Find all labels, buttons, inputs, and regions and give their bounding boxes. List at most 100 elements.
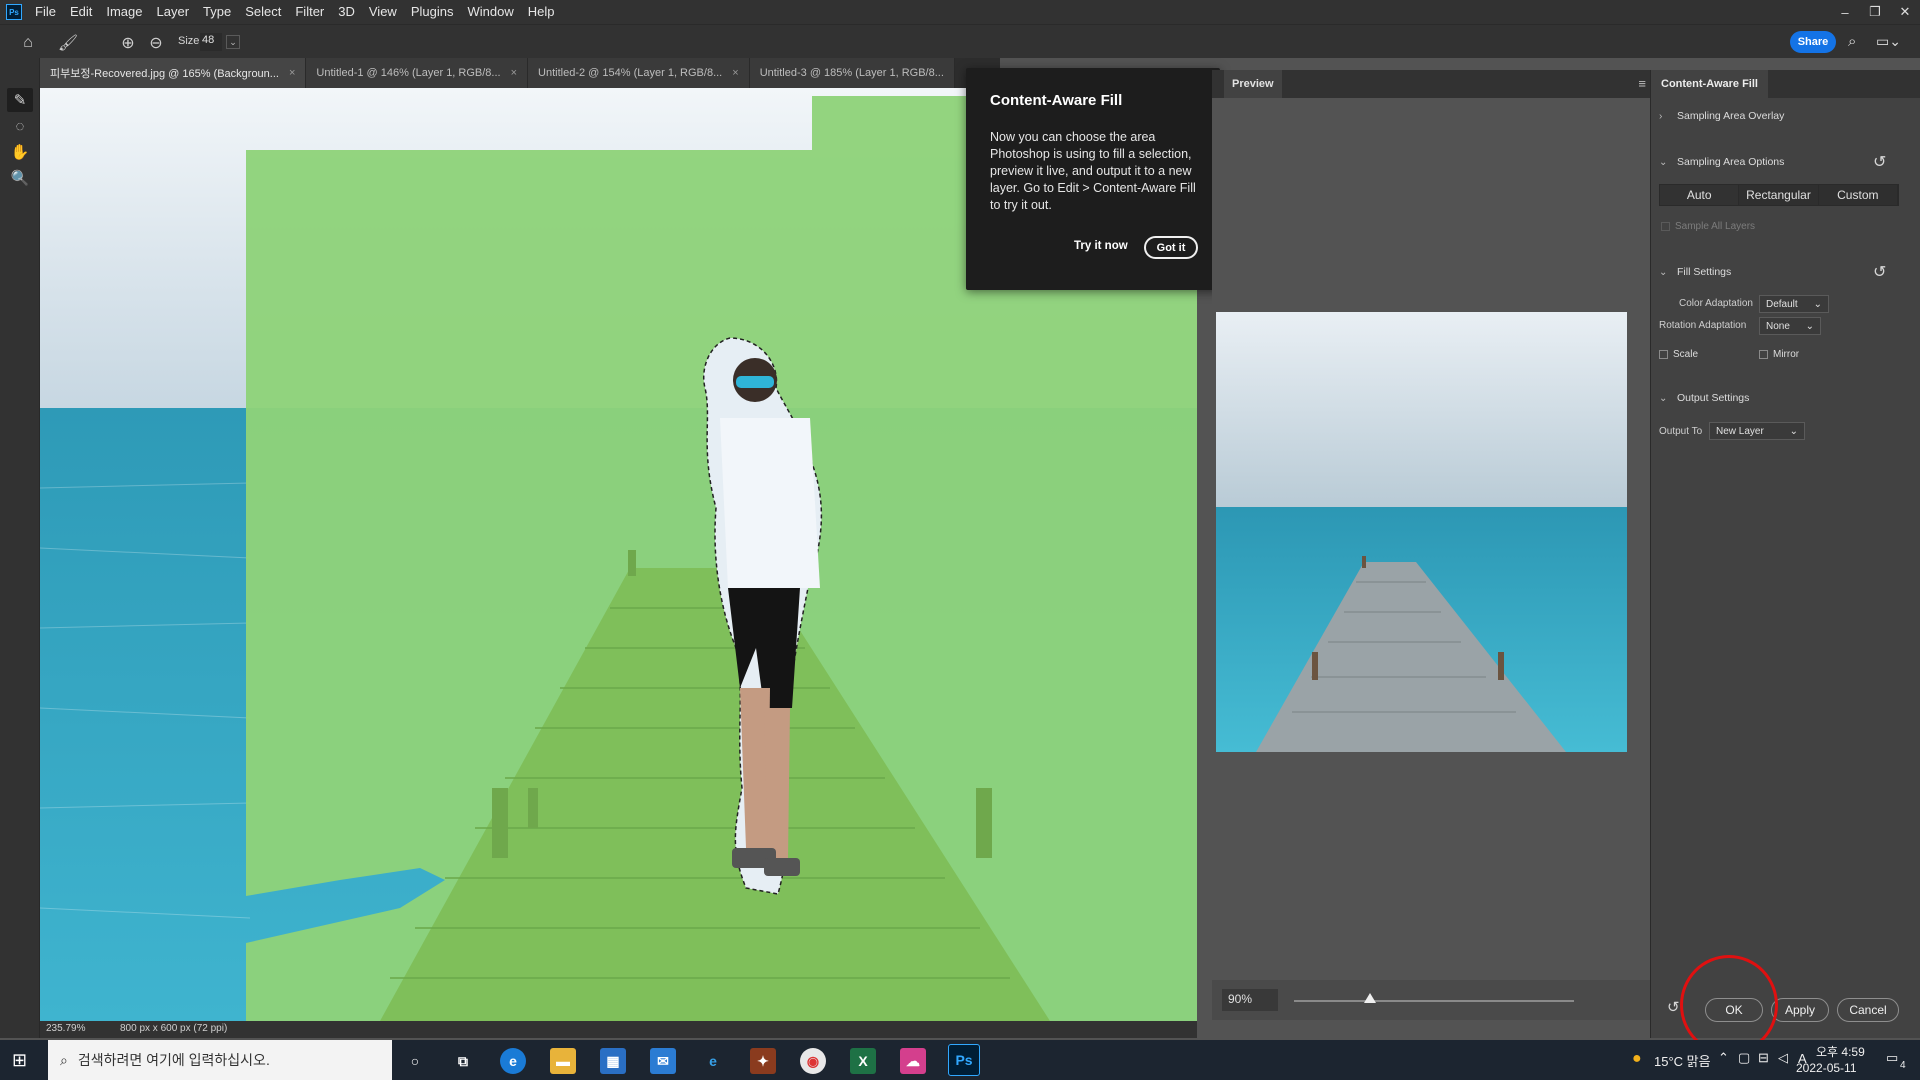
reset-fill-settings-icon[interactable]: ↺ [1873, 262, 1886, 282]
tray-expand-icon[interactable]: ⌃ [1718, 1050, 1729, 1066]
edge-icon[interactable]: e [500, 1048, 526, 1074]
tab-document-4[interactable]: Untitled-3 @ 185% (Layer 1, RGB/8... [749, 58, 955, 88]
store-icon[interactable]: ▦ [600, 1048, 626, 1074]
tab-document-1[interactable]: 피부보정-Recovered.jpg @ 165% (Backgroun... … [40, 58, 307, 88]
menu-image[interactable]: Image [99, 0, 149, 24]
app-icon[interactable]: ✦ [750, 1048, 776, 1074]
apply-button[interactable]: Apply [1771, 998, 1829, 1022]
mirror-label: Mirror [1773, 349, 1800, 360]
menu-layer[interactable]: Layer [150, 0, 197, 24]
section-sampling-overlay[interactable]: › Sampling Area Overlay [1659, 110, 1784, 122]
try-it-now-link[interactable]: Try it now [1074, 240, 1128, 252]
windows-start-icon[interactable]: ⊞ [12, 1050, 32, 1070]
got-it-button[interactable]: Got it [1144, 236, 1198, 259]
sample-all-layers-checkbox[interactable] [1661, 222, 1670, 231]
menu-edit[interactable]: Edit [63, 0, 99, 24]
mirror-checkbox[interactable] [1759, 350, 1768, 359]
tab-close-icon[interactable]: × [732, 67, 738, 79]
section-output-settings[interactable]: ⌄ Output Settings [1659, 392, 1749, 404]
search-icon[interactable]: ⌕ [1848, 33, 1866, 51]
tab-close-icon[interactable]: × [289, 67, 295, 79]
creative-cloud-icon[interactable]: ☁ [900, 1048, 926, 1074]
menu-window[interactable]: Window [460, 0, 520, 24]
tab-content-aware-fill[interactable]: Content-Aware Fill [1651, 70, 1768, 98]
clock-date[interactable]: 2022-05-11 [1796, 1061, 1857, 1075]
preview-zoom-slider-thumb[interactable] [1363, 993, 1376, 1003]
sampling-area-segmented-control: Auto Rectangular Custom [1659, 184, 1899, 206]
brush-preset-icon[interactable]: 🖌 [58, 33, 78, 53]
cortana-icon[interactable]: ○ [402, 1048, 428, 1074]
color-adaptation-label: Color Adaptation [1679, 298, 1753, 309]
tab-preview[interactable]: Preview [1224, 70, 1282, 98]
sample-all-layers-label: Sample All Layers [1675, 221, 1756, 232]
preview-zoom-input[interactable]: 90% [1222, 989, 1278, 1011]
meet-now-icon[interactable]: ▢ [1738, 1050, 1750, 1066]
internet-explorer-icon[interactable]: e [700, 1048, 726, 1074]
section-fill-settings[interactable]: ⌄ Fill Settings [1659, 266, 1731, 278]
add-to-selection-icon[interactable]: ⊕ [118, 33, 138, 53]
file-explorer-icon[interactable]: ▬ [550, 1048, 576, 1074]
clock-time[interactable]: 오후 4:59 [1816, 1043, 1865, 1060]
cancel-button[interactable]: Cancel [1837, 998, 1899, 1022]
mail-icon[interactable]: ✉ [650, 1048, 676, 1074]
share-button[interactable]: Share [1790, 31, 1836, 53]
status-doc-info[interactable]: 800 px x 600 px (72 ppi) [120, 1023, 227, 1034]
menu-select[interactable]: Select [238, 0, 288, 24]
select-value: New Layer [1716, 425, 1764, 437]
output-to-label: Output To [1659, 426, 1703, 437]
rotation-adaptation-select[interactable]: None ⌄ [1759, 317, 1821, 335]
network-icon[interactable]: ⊟ [1758, 1050, 1769, 1066]
zoom-tool-icon[interactable]: 🔍 [7, 166, 33, 190]
reset-all-icon[interactable]: ↺ [1667, 998, 1680, 1016]
tab-close-icon[interactable]: × [511, 67, 517, 79]
rotation-adaptation-label: Rotation Adaptation [1659, 320, 1747, 331]
menu-filter[interactable]: Filter [288, 0, 331, 24]
options-bar: ⌂ 🖌 ⊕ ⊖ Size 48 ⌄ Share ⌕ ▭⌄ [0, 24, 1920, 58]
color-adaptation-select[interactable]: Default ⌄ [1759, 295, 1829, 313]
chevron-down-icon: ⌄ [1813, 298, 1822, 310]
panel-menu-icon[interactable]: ≡ [1638, 76, 1646, 91]
section-sampling-options[interactable]: ⌄ Sampling Area Options [1659, 156, 1784, 168]
home-icon[interactable]: ⌂ [18, 33, 38, 53]
photoshop-taskbar-icon[interactable]: Ps [948, 1044, 980, 1076]
sampling-rectangular-button[interactable]: Rectangular [1739, 185, 1819, 205]
chevron-down-icon: ⌄ [1805, 320, 1814, 332]
excel-icon[interactable]: X [850, 1048, 876, 1074]
sampling-custom-button[interactable]: Custom [1819, 185, 1898, 205]
notification-icon[interactable]: ▭ [1886, 1050, 1898, 1066]
tab-document-3[interactable]: Untitled-2 @ 154% (Layer 1, RGB/8... × [528, 58, 750, 88]
content-aware-fill-tooltip: Content-Aware Fill Now you can choose th… [966, 68, 1220, 290]
output-to-select[interactable]: New Layer ⌄ [1709, 422, 1805, 440]
section-label: Sampling Area Options [1677, 156, 1785, 168]
menu-3d[interactable]: 3D [331, 0, 362, 24]
subtract-from-selection-icon[interactable]: ⊖ [146, 33, 166, 53]
task-view-icon[interactable]: ⧉ [450, 1048, 476, 1074]
sampling-auto-button[interactable]: Auto [1660, 185, 1740, 205]
scale-checkbox[interactable] [1659, 350, 1668, 359]
close-window-button[interactable]: ✕ [1890, 0, 1920, 24]
menu-help[interactable]: Help [521, 0, 562, 24]
size-dropdown-chevron-icon[interactable]: ⌄ [226, 35, 240, 49]
preview-zoom-slider[interactable] [1294, 1000, 1574, 1002]
chevron-down-icon: ⌄ [1659, 266, 1668, 278]
minimize-button[interactable]: – [1830, 0, 1860, 24]
lasso-tool-icon[interactable]: ◌ [7, 114, 33, 138]
menu-file[interactable]: File [28, 0, 63, 24]
hand-tool-icon[interactable]: ✋ [7, 140, 33, 164]
restore-button[interactable]: ❐ [1860, 0, 1890, 24]
volume-muted-icon[interactable]: ◁ [1778, 1050, 1788, 1066]
status-zoom[interactable]: 235.79% [46, 1023, 85, 1034]
chrome-icon[interactable]: ◉ [800, 1048, 826, 1074]
weather-text[interactable]: 15°C 맑음 [1654, 1051, 1711, 1070]
section-label: Output Settings [1677, 392, 1750, 404]
size-input[interactable]: 48 [200, 33, 222, 51]
tab-document-2[interactable]: Untitled-1 @ 146% (Layer 1, RGB/8... × [306, 58, 529, 88]
menu-view[interactable]: View [362, 0, 404, 24]
workspace-switcher-icon[interactable]: ▭⌄ [1876, 33, 1906, 51]
sampling-brush-tool-icon[interactable]: ✎ [7, 88, 33, 112]
taskbar-search-box[interactable]: ⌕ 검색하려면 여기에 입력하십시오. [48, 1040, 392, 1080]
menu-type[interactable]: Type [196, 0, 238, 24]
reset-sampling-icon[interactable]: ↺ [1873, 152, 1886, 172]
tab-label: 피부보정-Recovered.jpg @ 165% (Backgroun... [50, 68, 279, 80]
menu-plugins[interactable]: Plugins [404, 0, 461, 24]
